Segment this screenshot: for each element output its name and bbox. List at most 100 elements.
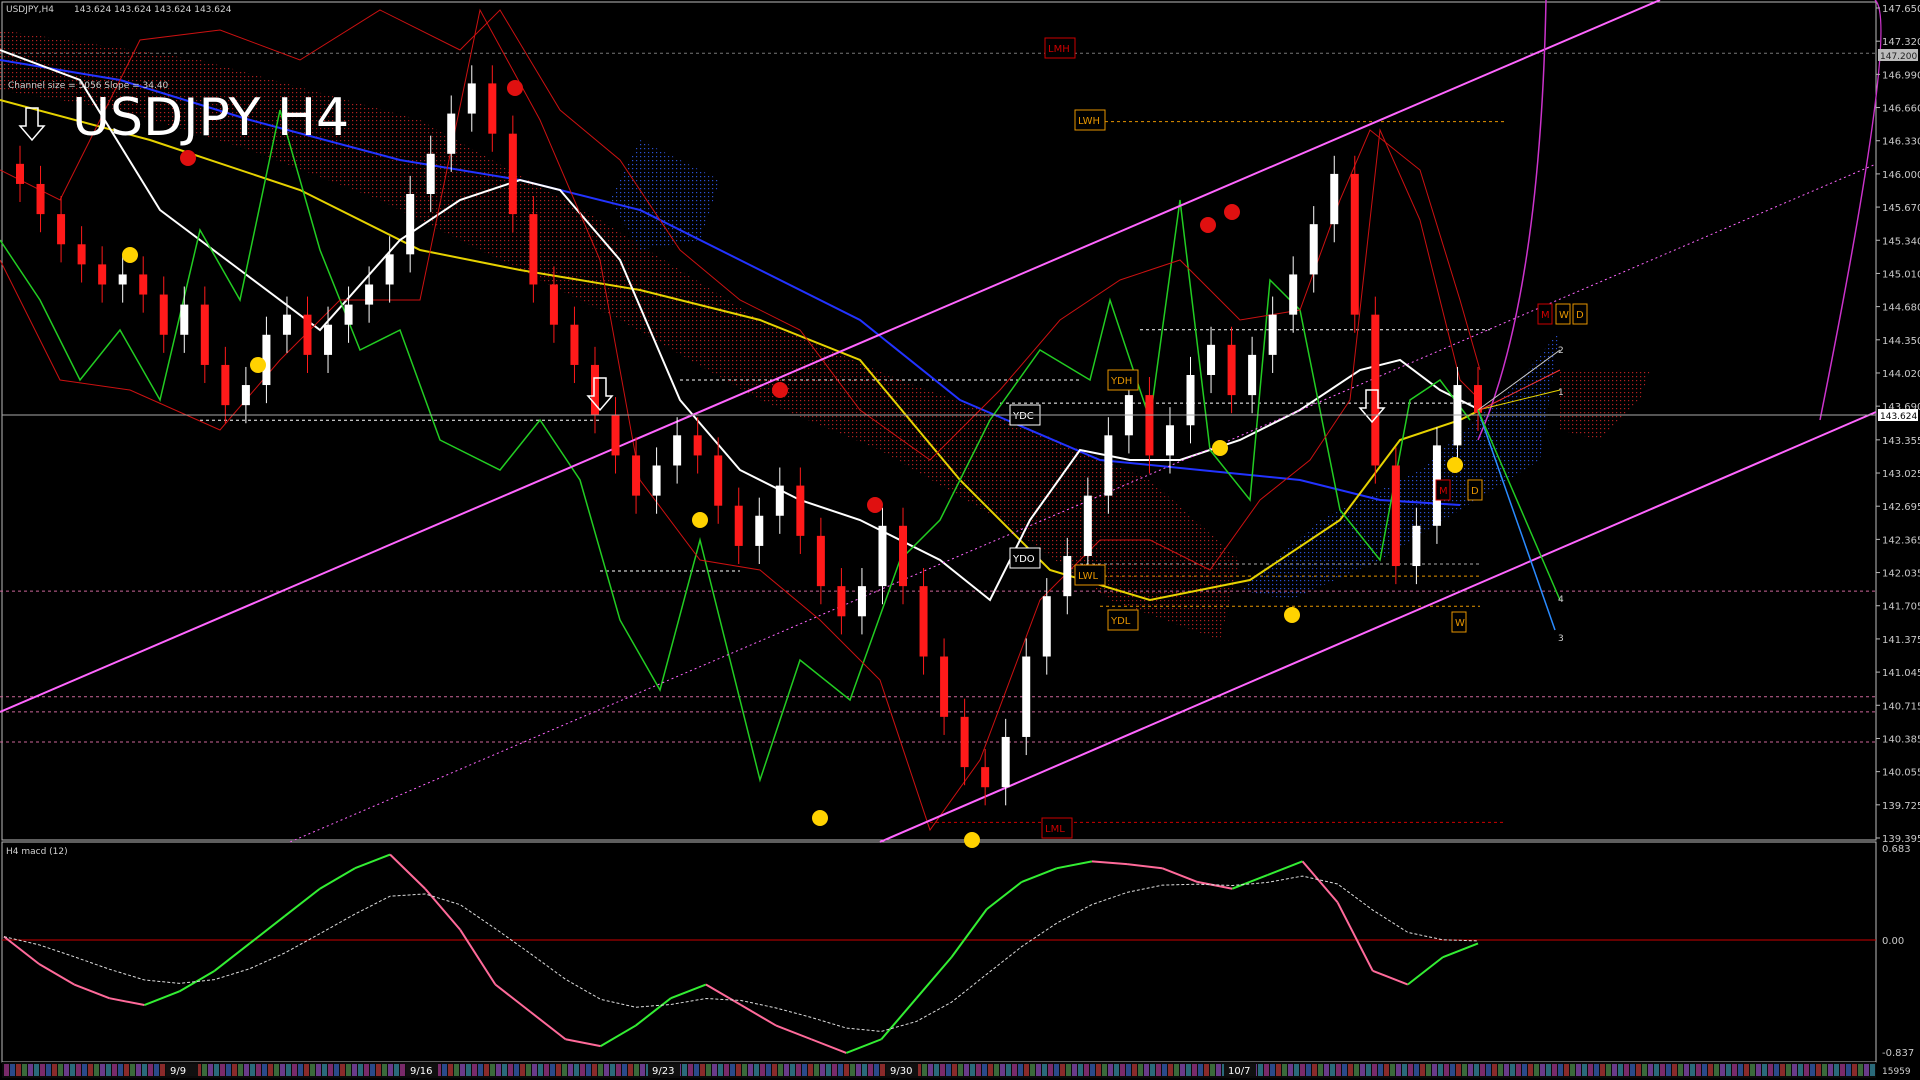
level-tag-label: W (1455, 618, 1465, 629)
date-strip-cell (694, 1064, 699, 1076)
candle-body (837, 586, 846, 617)
date-strip-cell (202, 1064, 207, 1076)
date-strip-cell (1066, 1064, 1071, 1076)
level-tag-label: YDO (1012, 554, 1035, 565)
date-strip-cell (922, 1064, 927, 1076)
candle-body (714, 455, 723, 506)
date-strip-cell (1054, 1064, 1059, 1076)
projection-label-2: 2 (1558, 346, 1564, 356)
date-strip-cell (838, 1064, 843, 1076)
candle-body (1268, 314, 1277, 355)
date-strip-cell (1456, 1064, 1461, 1076)
ohlc-readout: 143.624 143.624 143.624 143.624 (74, 5, 232, 15)
date-strip-cell (772, 1064, 777, 1076)
macd-segment (1336, 901, 1374, 972)
candle-body (960, 716, 969, 768)
date-strip-cell (508, 1064, 513, 1076)
date-strip-cell (1708, 1064, 1713, 1076)
date-strip-cell (358, 1064, 363, 1076)
date-strip-cell (478, 1064, 483, 1076)
date-strip-cell (1504, 1064, 1509, 1076)
date-strip-cell (850, 1064, 855, 1076)
date-strip-cell (742, 1064, 747, 1076)
candle-body (1083, 495, 1092, 556)
date-strip-cell (568, 1064, 573, 1076)
date-label: 9/9 (170, 1066, 186, 1077)
date-strip-cell (118, 1064, 123, 1076)
date-strip-cell (1048, 1064, 1053, 1076)
date-strip-cell (352, 1064, 357, 1076)
date-strip-cell (94, 1064, 99, 1076)
candle-body (878, 525, 887, 587)
date-strip-cell (1198, 1064, 1203, 1076)
date-strip-cell (322, 1064, 327, 1076)
date-strip-cell (688, 1064, 693, 1076)
date-strip-cell (1432, 1064, 1437, 1076)
macd-segment (880, 997, 918, 1040)
date-strip-cell (1696, 1064, 1701, 1076)
date-strip-cell (1834, 1064, 1839, 1076)
date-strip-cell (820, 1064, 825, 1076)
date-strip-cell (760, 1064, 765, 1076)
date-strip-cell (1690, 1064, 1695, 1076)
date-strip-cell (340, 1064, 345, 1076)
date-strip-cell (946, 1064, 951, 1076)
date-strip-cell (1804, 1064, 1809, 1076)
date-strip-cell (1210, 1064, 1215, 1076)
date-label: 9/16 (410, 1066, 432, 1077)
date-strip-cell (844, 1064, 849, 1076)
date-strip-cell (106, 1064, 111, 1076)
date-strip-cell (1858, 1064, 1863, 1076)
date-strip-cell (868, 1064, 873, 1076)
date-strip-cell (1258, 1064, 1263, 1076)
date-strip-cell (1552, 1064, 1557, 1076)
candle-body (98, 264, 107, 285)
date-strip-cell (364, 1064, 369, 1076)
date-strip-cell (1192, 1064, 1197, 1076)
chart-title: USDJPY H4 (72, 88, 349, 148)
candle-body (529, 214, 538, 285)
date-strip-cell (1744, 1064, 1749, 1076)
macd-segment (810, 1038, 847, 1054)
candle-body (1063, 555, 1072, 597)
date-strip-cell (1270, 1064, 1275, 1076)
date-strip-cell (1330, 1064, 1335, 1076)
price-tick-label: 143.025 (1882, 469, 1920, 480)
projection-label-4: 4 (1558, 595, 1564, 605)
date-strip-cell (1336, 1064, 1341, 1076)
yellow-signal-marker (692, 512, 708, 528)
macd-segment (319, 867, 356, 890)
macd-segment (459, 929, 497, 986)
red-signal-marker (180, 150, 196, 166)
macd-segment (670, 983, 707, 1000)
date-strip-cell (1036, 1064, 1041, 1076)
date-strip-cell (814, 1064, 819, 1076)
date-strip-cell (934, 1064, 939, 1076)
date-strip-cell (1384, 1064, 1389, 1076)
macd-segment (950, 908, 988, 958)
date-strip-cell (874, 1064, 879, 1076)
date-strip-cell (28, 1064, 33, 1076)
price-tick-label: 146.990 (1882, 70, 1920, 81)
price-tick-label: 141.045 (1882, 668, 1920, 679)
date-label: 10/7 (1228, 1066, 1250, 1077)
date-strip-cell (1864, 1064, 1869, 1076)
date-strip-cell (544, 1064, 549, 1076)
candle-body (940, 656, 949, 717)
date-strip-cell (1018, 1064, 1023, 1076)
date-strip-cell (1636, 1064, 1641, 1076)
macd-segment (178, 969, 216, 993)
macd-label: H4 macd (12) (6, 847, 68, 857)
date-strip-cell (928, 1064, 933, 1076)
cloud-blue (610, 140, 720, 250)
date-corner-value: 15959 (1882, 1067, 1911, 1077)
date-strip-cell (490, 1064, 495, 1076)
date-strip-cell (244, 1064, 249, 1076)
chart-svg[interactable]: LMHLWHYDHYDCYDOLWLYDLLMLM W DM DW 1 2 3 4 U… (0, 0, 1920, 1080)
date-strip-cell (736, 1064, 741, 1076)
macd-segment (740, 1004, 777, 1027)
date-label: 9/23 (652, 1066, 674, 1077)
date-strip-cell (1828, 1064, 1833, 1076)
date-strip-cell (1738, 1064, 1743, 1076)
date-strip-cell (628, 1064, 633, 1076)
